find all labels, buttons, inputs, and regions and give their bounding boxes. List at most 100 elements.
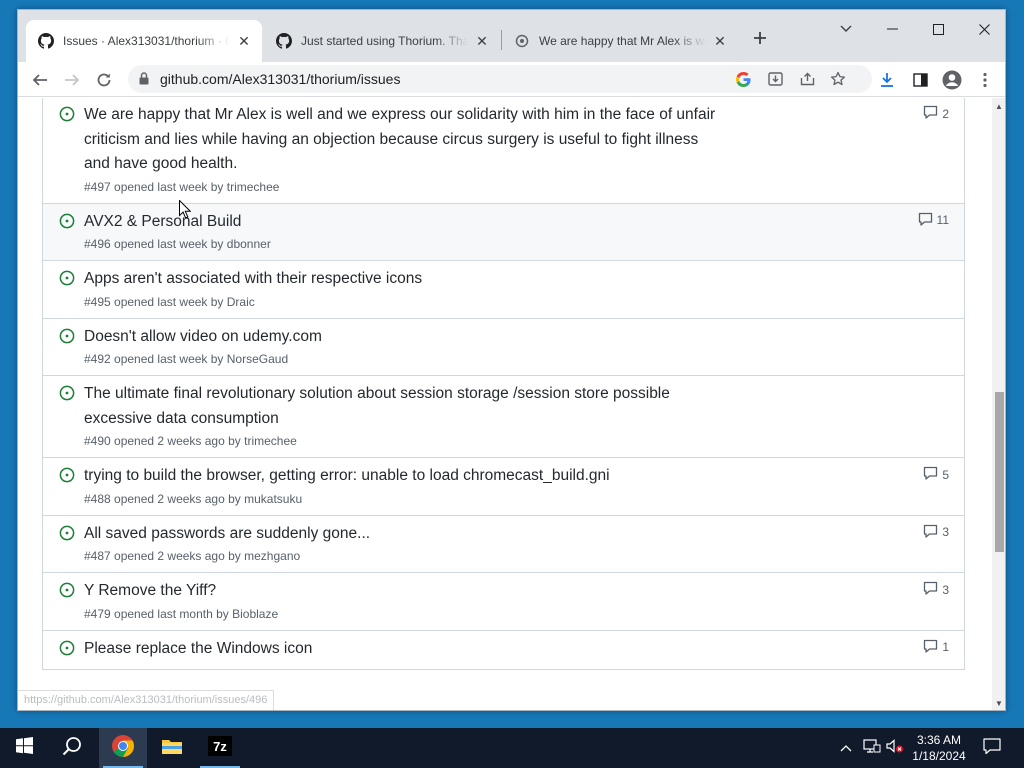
close-icon[interactable]: ✕ [474, 33, 490, 49]
scroll-down-arrow[interactable]: ▼ [995, 699, 1003, 708]
comment-icon [923, 581, 938, 598]
comment-count[interactable]: 3 [923, 581, 949, 598]
tab-strip: Issues · Alex313031/thorium · GitHub ✕ J… [18, 10, 1005, 62]
volume-muted-icon [886, 738, 904, 758]
chevron-up-icon [840, 739, 852, 757]
issue-meta: #496 opened last week by dbonner [84, 237, 271, 251]
issue-opened-icon [59, 106, 75, 122]
volume-button[interactable] [884, 728, 906, 768]
share-icon[interactable] [796, 69, 818, 89]
comment-count[interactable]: 5 [923, 466, 949, 483]
network-button[interactable] [860, 728, 884, 768]
issue-title-link[interactable]: Please replace the Windows icon [84, 631, 724, 662]
page-viewport: We are happy that Mr Alex is well and we… [18, 98, 992, 710]
comment-icon [918, 212, 933, 229]
issue-title-link[interactable]: Doesn't allow video on udemy.com [84, 319, 724, 350]
issue-meta: #495 opened last week by Draic [84, 294, 255, 309]
mouse-cursor-icon [179, 199, 192, 224]
issue-title-link[interactable]: Y Remove the Yiff? [84, 573, 724, 604]
close-icon[interactable]: ✕ [712, 33, 728, 49]
taskbar-file-explorer[interactable] [148, 728, 196, 768]
comment-count-text: 3 [942, 525, 949, 539]
page-scrollbar[interactable]: ▲ ▼ [992, 98, 1005, 710]
issue-row[interactable]: The ultimate final revolutionary solutio… [43, 376, 964, 458]
reload-button[interactable] [90, 66, 118, 94]
install-app-icon[interactable] [764, 69, 786, 89]
issue-row[interactable]: Apps aren't associated with their respec… [43, 261, 964, 319]
notification-icon [983, 737, 1001, 759]
tab-issues[interactable]: Issues · Alex313031/thorium · GitHub ✕ [26, 20, 262, 62]
side-panel-icon[interactable] [906, 66, 934, 94]
issue-opened-icon [59, 582, 75, 598]
github-icon [38, 33, 54, 49]
comment-count[interactable]: 1 [923, 639, 949, 656]
issue-meta: #488 opened 2 weeks ago by mukatsuku [84, 491, 303, 506]
comment-count[interactable]: 3 [923, 524, 949, 541]
issue-opened-icon [59, 640, 75, 656]
chrome-icon [111, 734, 135, 763]
windows-taskbar: 7z 3:36 AM 1/18/2024 [0, 728, 1024, 768]
comment-count[interactable]: 11 [918, 212, 949, 229]
issue-opened-icon [59, 328, 75, 344]
tab-title: We are happy that Mr Alex is well [539, 34, 706, 48]
issue-row[interactable]: All saved passwords are suddenly gone...… [43, 515, 964, 573]
issue-title-link[interactable]: Apps aren't associated with their respec… [84, 261, 724, 292]
scrollbar-thumb[interactable] [995, 392, 1004, 552]
tab-title: Just started using Thorium. Thanks [301, 34, 468, 48]
issue-row[interactable]: Y Remove the Yiff? #479 opened last mont… [43, 573, 964, 631]
issue-meta: #479 opened last month by Bioblaze [84, 606, 279, 621]
tab-thorium-discussion[interactable]: Just started using Thorium. Thanks ✕ [264, 20, 500, 62]
issue-row[interactable]: We are happy that Mr Alex is well and we… [43, 98, 964, 204]
issue-row[interactable]: trying to build the browser, getting err… [43, 458, 964, 516]
downloads-icon[interactable] [873, 66, 901, 94]
scroll-up-arrow[interactable]: ▲ [995, 102, 1003, 111]
search-button[interactable] [48, 728, 96, 768]
close-window-button[interactable] [961, 14, 1005, 44]
maximize-button[interactable] [915, 14, 961, 44]
new-tab-button[interactable] [748, 26, 772, 50]
comment-icon [923, 639, 938, 656]
file-explorer-icon [161, 737, 183, 760]
issues-list: We are happy that Mr Alex is well and we… [42, 98, 965, 670]
issue-meta [84, 661, 964, 669]
show-hidden-icons-button[interactable] [836, 728, 856, 768]
start-button[interactable] [0, 728, 48, 768]
comment-count-text: 2 [942, 106, 949, 121]
action-center-button[interactable] [978, 728, 1006, 768]
url-text: github.com/Alex313031/thorium/issues [160, 71, 401, 87]
comment-count-text: 3 [942, 582, 949, 597]
tab-search-button[interactable] [823, 14, 869, 44]
issue-title-link[interactable]: The ultimate final revolutionary solutio… [84, 376, 724, 431]
globe-icon [514, 33, 530, 49]
clock-date: 1/18/2024 [912, 749, 966, 763]
clock-time: 3:36 AM [916, 733, 962, 747]
taskbar-7zip[interactable]: 7z [196, 728, 244, 768]
minimize-button[interactable] [869, 14, 915, 44]
profile-avatar-icon[interactable] [938, 66, 966, 94]
svg-text:7z: 7z [213, 739, 227, 754]
issue-row[interactable]: Please replace the Windows icon 1 [43, 630, 964, 670]
system-clock[interactable]: 3:36 AM 1/18/2024 [906, 732, 972, 764]
close-icon[interactable]: ✕ [236, 33, 252, 49]
forward-button[interactable] [58, 66, 86, 94]
tab-title: Issues · Alex313031/thorium · GitHub [63, 34, 230, 48]
back-button[interactable] [26, 66, 54, 94]
issue-opened-icon [59, 270, 75, 286]
issue-title-link[interactable]: We are happy that Mr Alex is well and we… [84, 98, 724, 177]
menu-kebab-icon[interactable] [971, 66, 999, 94]
windows-logo-icon [15, 737, 33, 759]
tab-solidarity[interactable]: We are happy that Mr Alex is well ✕ [502, 20, 738, 62]
issue-meta: #487 opened 2 weeks ago by mezhgano [84, 549, 301, 563]
address-bar[interactable]: github.com/Alex313031/thorium/issues [128, 65, 872, 93]
bookmark-star-icon[interactable] [827, 69, 849, 89]
browser-toolbar: github.com/Alex313031/thorium/issues [18, 62, 1005, 97]
issue-title-link[interactable]: All saved passwords are suddenly gone... [84, 516, 724, 547]
issue-meta: #492 opened last week by NorseGaud [84, 352, 289, 366]
comment-count[interactable]: 2 [923, 105, 949, 122]
issue-row[interactable]: Doesn't allow video on udemy.com #492 op… [43, 318, 964, 376]
google-icon[interactable] [732, 69, 754, 89]
issue-title-link[interactable]: trying to build the browser, getting err… [84, 458, 724, 489]
taskbar-chrome[interactable] [99, 728, 147, 768]
comment-count-text: 5 [942, 467, 949, 482]
comment-count-text: 11 [936, 213, 949, 227]
